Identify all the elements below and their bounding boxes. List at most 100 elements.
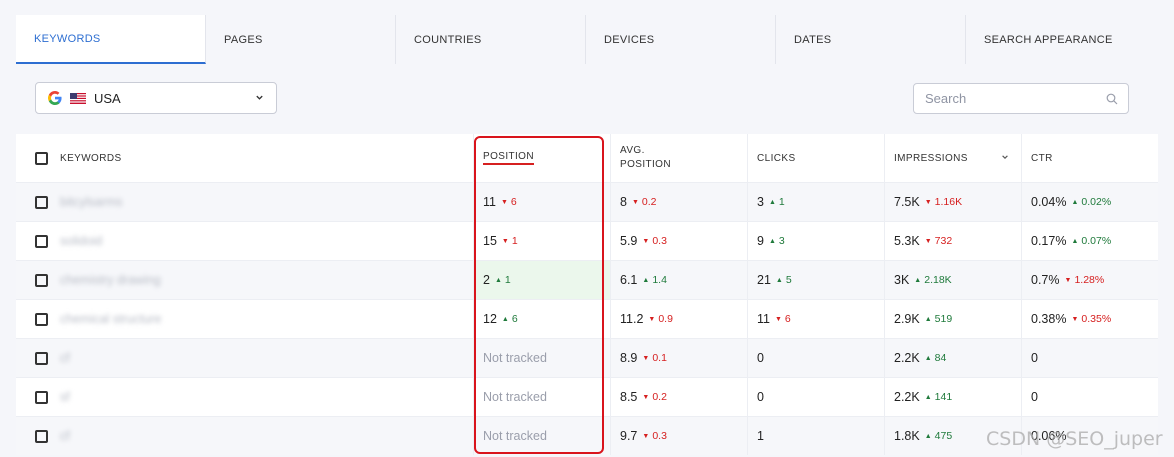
impressions-change: ▼ 1.16K: [925, 196, 962, 208]
header-ctr-label: CTR: [1031, 152, 1053, 164]
avg-position-value: 9.7: [620, 429, 638, 443]
row-checkbox[interactable]: [35, 273, 48, 287]
table-row[interactable]: solidoid 15 ▼ 1 5.9 ▼ 0.3 9 ▲ 3 5.3K ▼ 732 0.17% ▲ 0.07…: [16, 221, 1158, 260]
position-change: ▼ 6: [501, 196, 517, 208]
keyword-text[interactable]: solidoid: [60, 234, 102, 248]
impressions-change: ▲ 2.18K: [914, 274, 951, 286]
impressions-change: ▲ 475: [925, 430, 952, 442]
keyword-text[interactable]: cf: [60, 429, 70, 443]
impressions-cell: 2.9K ▲ 519: [885, 300, 1022, 338]
position-cell: 15 ▼ 1: [474, 222, 611, 260]
clicks-cell: 1: [748, 417, 885, 455]
avg-position-change: ▼ 0.9: [648, 313, 673, 325]
avg-position-change-value: 0.1: [652, 352, 667, 364]
position-change-value: 1: [511, 235, 518, 247]
clicks-change-value: 6: [784, 313, 791, 325]
row-checkbox[interactable]: [35, 234, 48, 248]
table-row[interactable]: bitcylsarms 11 ▼ 6 8 ▼ 0.2 3 ▲ 1 7.5K ▼ 1.16K 0.04% ▲ 0…: [16, 182, 1158, 221]
arrow-down-icon: ▼: [642, 355, 650, 362]
clicks-cell: 0: [748, 339, 885, 377]
sort-chevron-down-icon[interactable]: [1001, 153, 1009, 161]
avg-position-value: 8: [620, 195, 627, 209]
tab-dates[interactable]: DATES: [776, 15, 966, 64]
avg-position-change: ▼ 0.3: [642, 430, 667, 442]
impressions-change-value: 141: [934, 391, 953, 403]
keyword-cell: sf: [16, 378, 474, 416]
header-avg-position[interactable]: AVG. POSITION: [611, 134, 748, 182]
tab-keywords[interactable]: KEYWORDS: [16, 15, 206, 64]
header-ctr[interactable]: CTR: [1022, 134, 1158, 182]
impressions-change-value: 84: [934, 352, 947, 364]
ctr-cell: 0.17% ▲ 0.07%: [1022, 222, 1158, 260]
table-row[interactable]: sf Not tracked 8.5 ▼ 0.2 0 2.2K ▲ 141 0: [16, 377, 1158, 416]
table-row[interactable]: cf Not tracked 8.9 ▼ 0.1 0 2.2K ▲ 84 0: [16, 338, 1158, 377]
arrow-up-icon: ▲: [924, 355, 932, 362]
position-value: 12: [483, 312, 497, 326]
ctr-value: 0.38%: [1031, 312, 1067, 326]
row-checkbox[interactable]: [35, 195, 48, 209]
ctr-change-value: 0.35%: [1081, 313, 1112, 325]
table-header: KEYWORDS POSITION AVG. POSITION CLICKS I…: [16, 134, 1158, 182]
arrow-up-icon: ▲: [924, 433, 932, 440]
keyword-text[interactable]: chemical structure: [60, 312, 161, 326]
row-checkbox[interactable]: [35, 429, 48, 443]
clicks-value: 0: [757, 351, 764, 365]
ctr-value: 0.7%: [1031, 273, 1060, 287]
table-row[interactable]: chemistry drawing 2 ▲ 1 6.1 ▲ 1.4 21 ▲ 5 3K ▲ 2.18K 0…: [16, 260, 1158, 299]
position-change-value: 1: [504, 274, 511, 286]
ctr-cell: 0.04% ▲ 0.02%: [1022, 183, 1158, 221]
clicks-change: ▲ 1: [769, 196, 785, 208]
impressions-value: 2.2K: [894, 390, 920, 404]
region-label: USA: [94, 90, 121, 106]
impressions-change-value: 475: [934, 430, 953, 442]
keyword-text[interactable]: cf: [60, 351, 70, 365]
avg-position-change: ▼ 0.1: [642, 352, 667, 364]
ctr-change: ▼ 1.28%: [1065, 274, 1105, 286]
keywords-table: KEYWORDS POSITION AVG. POSITION CLICKS I…: [16, 134, 1158, 455]
keyword-text[interactable]: bitcylsarms: [60, 195, 123, 209]
clicks-change: ▼ 6: [775, 313, 791, 325]
position-change: ▼ 1: [502, 235, 518, 247]
tab-search-appearance[interactable]: SEARCH APPEARANCE: [966, 15, 1158, 64]
row-checkbox[interactable]: [35, 390, 48, 404]
keyword-text[interactable]: sf: [60, 390, 70, 404]
search-input[interactable]: [914, 84, 1094, 113]
search-icon[interactable]: [1106, 93, 1118, 105]
header-clicks[interactable]: CLICKS: [748, 134, 885, 182]
table-row[interactable]: chemical structure 12 ▲ 6 11.2 ▼ 0.9 11 ▼ 6 2.9K ▲ 5…: [16, 299, 1158, 338]
tab-devices[interactable]: DEVICES: [586, 15, 776, 64]
row-checkbox[interactable]: [35, 312, 48, 326]
chevron-down-icon: [256, 95, 263, 100]
arrow-down-icon: ▼: [648, 316, 656, 323]
ctr-value: 0.17%: [1031, 234, 1067, 248]
tab-countries[interactable]: COUNTRIES: [396, 15, 586, 64]
clicks-cell: 3 ▲ 1: [748, 183, 885, 221]
region-select[interactable]: USA: [35, 82, 277, 114]
arrow-down-icon: ▼: [774, 316, 782, 323]
avg-position-value: 11.2: [620, 312, 644, 326]
arrow-down-icon: ▼: [924, 199, 932, 206]
arrow-down-icon: ▼: [642, 394, 650, 401]
row-checkbox[interactable]: [35, 351, 48, 365]
keyword-text[interactable]: chemistry drawing: [60, 273, 161, 287]
keyword-cell: cf: [16, 417, 474, 455]
header-position-label[interactable]: POSITION: [483, 151, 534, 165]
header-position: POSITION: [474, 134, 611, 182]
clicks-value: 1: [757, 429, 764, 443]
arrow-up-icon: ▲: [924, 316, 932, 323]
keyword-cell: cf: [16, 339, 474, 377]
select-all-checkbox[interactable]: [35, 151, 48, 165]
keyword-cell: bitcylsarms: [16, 183, 474, 221]
impressions-change-value: 2.18K: [924, 274, 952, 286]
header-keywords-label[interactable]: KEYWORDS: [60, 153, 122, 164]
avg-position-value: 5.9: [620, 234, 638, 248]
clicks-cell: 0: [748, 378, 885, 416]
position-change-value: 6: [511, 313, 518, 325]
position-change: ▲ 1: [495, 274, 511, 286]
tab-pages[interactable]: PAGES: [206, 15, 396, 64]
impressions-value: 5.3K: [894, 234, 920, 248]
ctr-value: 0.04%: [1031, 195, 1067, 209]
header-impressions[interactable]: IMPRESSIONS: [885, 134, 1022, 182]
impressions-value: 7.5K: [894, 195, 920, 209]
position-cell: Not tracked: [474, 378, 611, 416]
